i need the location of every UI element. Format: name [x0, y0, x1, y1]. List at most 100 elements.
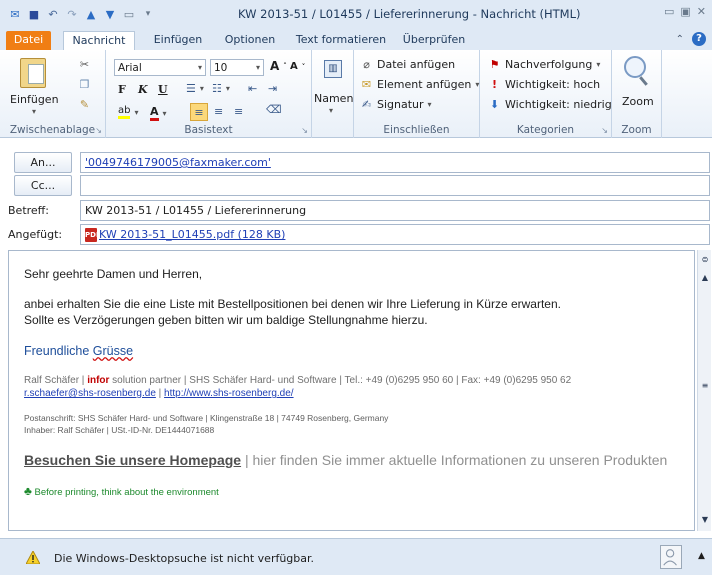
website-link[interactable]: http://www.shs-rosenberg.de/ [164, 388, 294, 399]
split-icon[interactable]: ⊜ [699, 254, 711, 266]
homepage-link[interactable]: Besuchen Sie unsere Homepage [24, 452, 241, 468]
expand-pane-icon[interactable]: ▲ [698, 551, 705, 561]
paperclip-icon: ⌀ [363, 58, 370, 71]
help-icon[interactable]: ? [692, 32, 706, 46]
group-label-clipboard: Zwischenablage [9, 124, 96, 136]
save-icon[interactable]: ■ [27, 7, 41, 21]
group-label-tags: Kategorien [516, 124, 575, 136]
follow-up-label: Nachverfolgung [505, 58, 593, 71]
minimize-icon[interactable]: ▭ [664, 5, 674, 18]
address-book-icon[interactable]: ▥ [324, 60, 342, 78]
importance-low-button[interactable]: ⬇ Wichtigkeit: niedrig [488, 98, 612, 111]
scroll-thumb-icon[interactable]: ≡ [699, 380, 711, 392]
owner-info: Inhaber: Ralf Schäfer | USt.-ID-Nr. DE14… [24, 425, 215, 435]
message-body[interactable]: Sehr geehrte Damen und Herren, anbei erh… [8, 250, 695, 531]
zoom-icon[interactable] [624, 56, 646, 78]
italic-button[interactable]: K [138, 83, 148, 96]
cut-icon[interactable]: ✂ [78, 58, 91, 71]
cc-button[interactable]: Cc... [14, 175, 72, 196]
subject-field[interactable]: KW 2013-51 / L01455 / Liefererinnerung [80, 200, 710, 221]
signature-icon: ✍ [361, 98, 372, 111]
font-size-combo[interactable]: 10 ▾ [210, 59, 264, 76]
font-name-combo[interactable]: Arial ▾ [114, 59, 206, 76]
paste-button[interactable]: Einfügen [10, 93, 59, 106]
paste-dropdown-icon[interactable]: ▾ [32, 107, 36, 116]
cc-field[interactable] [80, 175, 710, 196]
link-separator: | [155, 388, 165, 399]
importance-high-button[interactable]: ! Wichtigkeit: hoch [488, 78, 600, 91]
names-dropdown-icon[interactable]: ▾ [329, 106, 333, 115]
to-button[interactable]: An... [14, 152, 72, 173]
tab-message[interactable]: Nachricht [63, 31, 135, 50]
align-center-icon[interactable]: ≡ [214, 105, 223, 118]
message-content: Sehr geehrte Damen und Herren, anbei erh… [24, 266, 689, 498]
follow-up-button[interactable]: ⚑ Nachverfolgung ▾ [488, 58, 601, 71]
bold-button[interactable]: F [118, 83, 126, 96]
email-link[interactable]: r.schaefer@shs-rosenberg.de [24, 388, 156, 399]
down-arrow-icon: ⬇ [489, 98, 500, 111]
format-painter-icon[interactable]: ✎ [78, 98, 91, 111]
grow-font-icon[interactable]: A ˄ [270, 59, 287, 73]
tab-options[interactable]: Optionen [220, 31, 280, 50]
importance-high-label: Wichtigkeit: hoch [505, 78, 601, 91]
eco-note: ♣ Before printing, think about the envir… [24, 484, 689, 498]
attached-label: Angefügt: [8, 228, 63, 241]
underline-button[interactable]: U [158, 83, 168, 96]
ribbon-tabs: Datei Nachricht Einfügen Optionen Text f… [0, 28, 712, 50]
avatar[interactable] [660, 545, 682, 569]
tab-insert[interactable]: Einfügen [148, 31, 208, 50]
postal-address: Postanschrift: SHS Schäfer Hard- und Sof… [24, 413, 389, 423]
close-icon[interactable]: ✕ [697, 5, 706, 18]
greeting-word-2: Grüsse [92, 344, 134, 358]
align-left-icon[interactable]: ≡ [190, 103, 208, 121]
bullets-icon[interactable]: ☰ ▾ [186, 82, 204, 95]
up-arrow-icon[interactable]: ▲ [84, 7, 98, 21]
group-names: ▥ Namen ▾ [312, 50, 354, 138]
highlight-icon[interactable]: ab ▾ [118, 105, 139, 119]
collapse-ribbon-icon[interactable]: ⌃ [676, 34, 684, 45]
scroll-up-icon[interactable]: ▲ [699, 272, 711, 284]
dialog-launcher-icon[interactable]: ↘ [601, 126, 608, 135]
align-right-icon[interactable]: ≡ [234, 105, 243, 118]
signature-button[interactable]: ✍ Signatur ▾ [360, 98, 432, 111]
font-color-icon[interactable]: A ▾ [150, 105, 167, 121]
pdf-icon: PDF [85, 228, 101, 242]
tab-file[interactable]: Datei [6, 31, 51, 50]
scroll-down-icon[interactable]: ▼ [699, 514, 711, 526]
zoom-button[interactable]: Zoom [622, 95, 654, 108]
envelope-icon: ✉ [361, 78, 372, 91]
window-title: KW 2013-51 / L01455 / Liefererinnerung -… [238, 7, 581, 21]
group-include: ⌀ Datei anfügen ✉ Element anfügen ▾ ✍ Si… [354, 50, 480, 138]
maximize-icon[interactable]: ▣ [680, 5, 690, 18]
to-field[interactable]: '0049746179005@faxmaker.com' [80, 152, 710, 173]
attachment-link[interactable]: KW 2013-51_L01455.pdf (128 KB) [99, 228, 285, 241]
numbering-icon[interactable]: ☷ ▾ [212, 82, 230, 95]
attach-file-button[interactable]: ⌀ Datei anfügen [360, 58, 455, 71]
tab-review[interactable]: Überprüfen [398, 31, 470, 50]
format-icon[interactable]: ▭ [122, 7, 136, 21]
group-label-zoom: Zoom [621, 124, 652, 136]
copy-icon[interactable]: ❐ [78, 78, 91, 91]
down-arrow-icon[interactable]: ▼ [103, 7, 117, 21]
decrease-indent-icon[interactable]: ⇤ [248, 82, 257, 95]
clear-format-icon[interactable]: ⌫ [266, 103, 282, 116]
vertical-scrollbar[interactable]: ⊜ ▲ ≡ ▼ [697, 250, 711, 531]
greeting-word-1: Freundliche [24, 344, 93, 358]
to-recipient[interactable]: '0049746179005@faxmaker.com' [85, 156, 271, 169]
redo-icon[interactable]: ↷ [65, 7, 79, 21]
person-icon [663, 549, 677, 566]
flag-icon: ⚑ [489, 58, 500, 71]
group-tags: ⚑ Nachverfolgung ▾ ! Wichtigkeit: hoch ⬇… [480, 50, 612, 138]
dialog-launcher-icon[interactable]: ↘ [301, 126, 308, 135]
undo-icon[interactable]: ↶ [46, 7, 60, 21]
tab-format-text[interactable]: Text formatieren [295, 31, 387, 50]
group-label-basic-text: Basistext [184, 124, 233, 136]
importance-low-label: Wichtigkeit: niedrig [505, 98, 612, 111]
names-button[interactable]: Namen [314, 92, 353, 105]
outlook-icon[interactable]: ✉ [8, 7, 22, 21]
customize-qat-icon[interactable]: ▾ [141, 7, 155, 21]
attach-item-button[interactable]: ✉ Element anfügen ▾ [360, 78, 479, 91]
increase-indent-icon[interactable]: ⇥ [268, 82, 277, 95]
dialog-launcher-icon[interactable]: ↘ [95, 126, 102, 135]
shrink-font-icon[interactable]: A ˅ [290, 61, 305, 72]
